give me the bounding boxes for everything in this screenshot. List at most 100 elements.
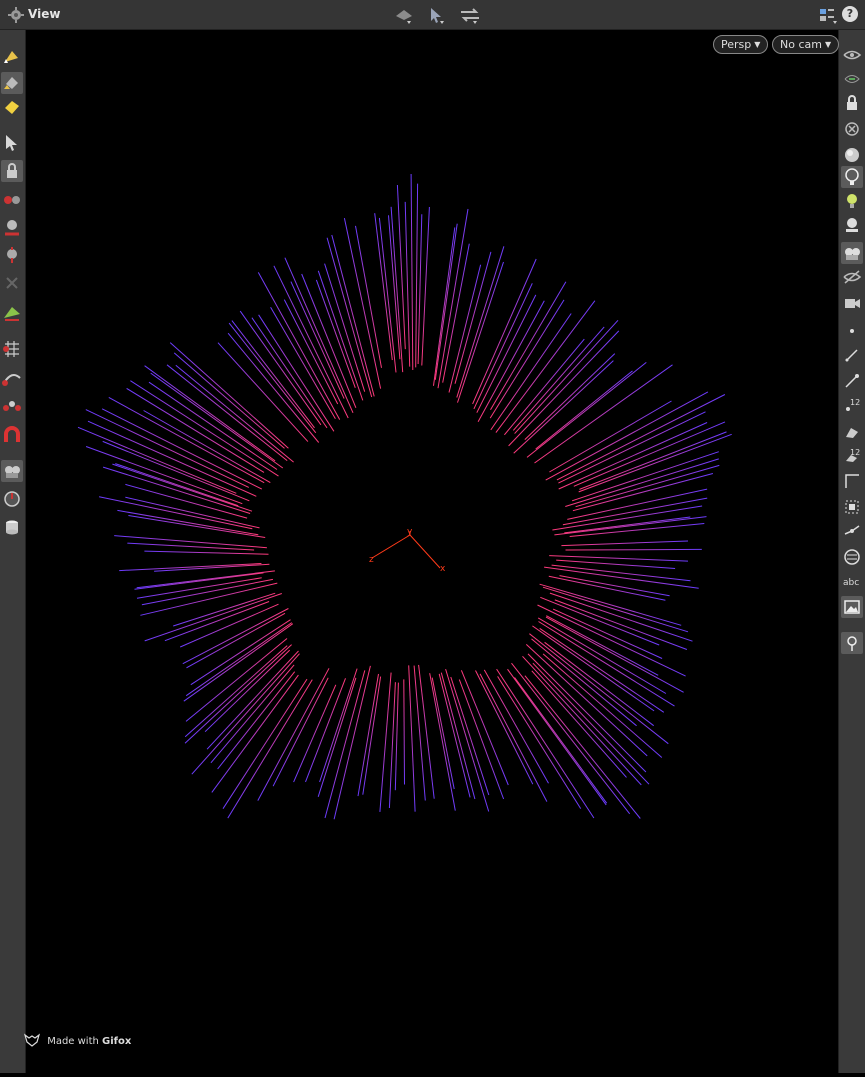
- pose-icon[interactable]: [1, 244, 23, 266]
- geometry-line: [173, 592, 276, 627]
- geometry-line: [472, 258, 537, 405]
- geometry-line: [450, 676, 490, 796]
- record-icon[interactable]: [1, 488, 23, 510]
- geometry-line: [257, 272, 341, 420]
- viewer-pane-icon[interactable]: [6, 5, 26, 25]
- sphere-icon[interactable]: [841, 144, 863, 166]
- pin-icon[interactable]: [841, 632, 863, 654]
- help-icon[interactable]: ?: [842, 6, 858, 22]
- right-toolbar: 12 12 abc: [838, 30, 865, 1073]
- text-abc-icon[interactable]: abc: [841, 570, 863, 592]
- fox-icon: [23, 1033, 41, 1047]
- geometry-line: [403, 679, 405, 785]
- geometry-line: [217, 342, 309, 442]
- lock-icon[interactable]: [1, 160, 23, 182]
- transform-tool-icon[interactable]: [458, 4, 482, 26]
- geometry-line: [127, 542, 255, 551]
- left-toolbar: [0, 30, 26, 1073]
- geometry-line: [228, 322, 317, 434]
- geometry-line: [556, 394, 726, 481]
- geometry-line: [415, 183, 419, 368]
- geometry-line: [497, 676, 582, 809]
- number-12-icon[interactable]: 12: [841, 394, 863, 416]
- geometry-line: [565, 458, 719, 507]
- geometry-line: [211, 674, 299, 793]
- geometry-line: [317, 677, 357, 797]
- lock-icon[interactable]: [841, 92, 863, 114]
- chevron-down-icon: ▼: [754, 40, 761, 49]
- bulb-icon[interactable]: [841, 190, 863, 212]
- grid-snap-icon[interactable]: [1, 338, 23, 360]
- geometry-line: [388, 215, 401, 360]
- image-icon[interactable]: [841, 596, 863, 618]
- watermark: Made with Gifox: [23, 1033, 132, 1051]
- geometry-line: [544, 566, 699, 589]
- geometry-line: [270, 306, 336, 420]
- geometry-line: [408, 665, 416, 812]
- camera-icon[interactable]: [841, 242, 863, 264]
- select-icon[interactable]: [1, 46, 23, 68]
- projection-menu-button[interactable]: Persp ▼: [713, 35, 769, 54]
- paint-icon[interactable]: [841, 420, 863, 442]
- knife-icon[interactable]: [841, 520, 863, 542]
- view-tool-icon[interactable]: [392, 4, 416, 26]
- geometry-line: [396, 184, 406, 350]
- eye-off-icon[interactable]: [841, 266, 863, 288]
- pane-title: View: [28, 7, 61, 21]
- light-icon[interactable]: [841, 166, 863, 188]
- cylinder-icon[interactable]: [1, 516, 23, 538]
- sticky-icon[interactable]: [1, 96, 23, 118]
- paint-icon[interactable]: [1, 72, 23, 94]
- magnet-red-icon[interactable]: [1, 424, 23, 446]
- geometry-line: [539, 583, 682, 626]
- projection-label: Persp: [721, 38, 752, 51]
- svg-text:abc: abc: [843, 578, 859, 588]
- geometry-line: [437, 208, 469, 389]
- geometry-line: [431, 677, 455, 790]
- geometry-line: [546, 615, 659, 676]
- geometry-line: [545, 391, 709, 481]
- curve-snap-icon[interactable]: [1, 368, 23, 390]
- skull-icon[interactable]: [841, 214, 863, 236]
- geometry-canvas: [77, 173, 732, 820]
- eye-icon[interactable]: [841, 44, 863, 66]
- geometry-line: [319, 668, 358, 783]
- watermark-brand: Gifox: [102, 1036, 132, 1047]
- arrow-select-icon[interactable]: [1, 132, 23, 154]
- scale-icon[interactable]: [841, 496, 863, 518]
- layout-icon[interactable]: [816, 4, 840, 26]
- geometry-line: [442, 243, 470, 383]
- ghost-icon[interactable]: [841, 68, 863, 90]
- geometry-line: [379, 672, 392, 812]
- scene-viewport[interactable]: x y z: [27, 31, 838, 1073]
- geometry-line: [477, 300, 545, 423]
- geometry-line: [251, 317, 328, 429]
- geometry-line: [562, 497, 708, 526]
- camera-icon[interactable]: [1, 460, 23, 482]
- pencil-icon[interactable]: [841, 344, 863, 366]
- camera-menu-button[interactable]: No cam ▼: [772, 35, 840, 54]
- geometry-line: [388, 682, 396, 809]
- geometry-line: [239, 310, 322, 426]
- geometry-line: [549, 555, 689, 562]
- tool-icon[interactable]: [1, 302, 23, 324]
- video-icon[interactable]: [841, 292, 863, 314]
- corner-icon[interactable]: [841, 470, 863, 492]
- brush-icon[interactable]: [841, 370, 863, 392]
- geometry-line: [538, 621, 675, 707]
- geometry-line: [561, 540, 689, 547]
- point-icon[interactable]: [841, 320, 863, 342]
- close-circle-icon[interactable]: [841, 118, 863, 140]
- geometry-line: [514, 319, 619, 434]
- geometry-line: [169, 342, 289, 449]
- select-tool-icon[interactable]: [425, 4, 449, 26]
- number-12b-icon[interactable]: 12: [841, 444, 863, 466]
- geometry-line: [490, 281, 567, 411]
- layers-icon[interactable]: [841, 546, 863, 568]
- transform-icon[interactable]: [1, 188, 23, 210]
- bone-icon[interactable]: [1, 272, 23, 294]
- geometry-line: [119, 563, 262, 572]
- handle-icon[interactable]: [1, 216, 23, 238]
- magnet-icon[interactable]: [1, 396, 23, 418]
- geometry-line: [549, 400, 672, 473]
